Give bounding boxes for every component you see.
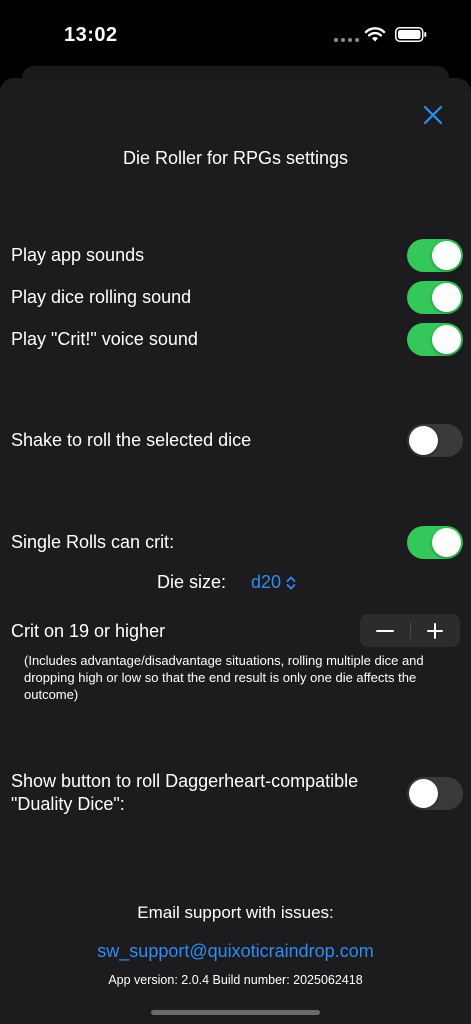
play-app-sounds-label: Play app sounds xyxy=(11,245,145,265)
status-bar: 13:02 xyxy=(0,0,471,66)
minus-icon xyxy=(376,630,394,632)
play-dice-rolling-sound-toggle[interactable] xyxy=(407,281,463,314)
shake-to-roll-toggle[interactable] xyxy=(407,424,463,457)
crit-threshold-stepper xyxy=(360,614,460,647)
toggle-knob xyxy=(432,241,461,270)
crit-note: (Includes advantage/disadvantage situati… xyxy=(24,653,424,702)
toggle-knob xyxy=(432,325,461,354)
page-title: Die Roller for RPGs settings xyxy=(122,148,349,168)
email-support-title: Email support with issues: xyxy=(137,903,334,922)
play-dice-rolling-sound-label: Play dice rolling sound xyxy=(11,287,192,307)
duality-dice-label-line1: Show button to roll Daggerheart-compatib… xyxy=(11,771,359,791)
toggle-knob xyxy=(409,779,438,808)
single-rolls-can-crit-toggle[interactable] xyxy=(407,526,463,559)
decrement-button[interactable] xyxy=(360,614,410,647)
toggle-knob xyxy=(409,426,438,455)
support-email-link[interactable]: sw_support@quixoticraindrop.com xyxy=(0,941,471,962)
die-size-value: d20 xyxy=(251,572,282,592)
cellular-signal-icon xyxy=(334,38,359,42)
play-app-sounds-toggle[interactable] xyxy=(407,239,463,272)
increment-button[interactable] xyxy=(410,614,460,647)
duality-dice-label-line2: "Duality Dice": xyxy=(11,794,125,814)
play-crit-voice-sound-label: Play "Crit!" voice sound xyxy=(11,329,198,349)
plus-icon xyxy=(427,623,443,639)
duality-dice-toggle[interactable] xyxy=(407,777,463,810)
die-size-label: Die size: xyxy=(157,572,227,592)
close-icon[interactable] xyxy=(420,102,446,128)
home-indicator xyxy=(151,1010,320,1015)
toggle-knob xyxy=(432,283,461,312)
toggle-knob xyxy=(432,528,461,557)
version-info: App version: 2.0.4 Build number: 2025062… xyxy=(108,973,363,987)
battery-icon xyxy=(395,27,427,42)
wifi-icon xyxy=(364,27,386,42)
status-time: 13:02 xyxy=(64,24,118,46)
single-rolls-can-crit-label: Single Rolls can crit: xyxy=(11,532,175,552)
crit-threshold-label: Crit on 19 or higher xyxy=(11,621,166,641)
die-size-picker[interactable]: d20 xyxy=(251,572,297,593)
chevron-up-down-icon xyxy=(286,576,296,589)
shake-to-roll-label: Shake to roll the selected dice xyxy=(11,430,252,450)
play-crit-voice-sound-toggle[interactable] xyxy=(407,323,463,356)
